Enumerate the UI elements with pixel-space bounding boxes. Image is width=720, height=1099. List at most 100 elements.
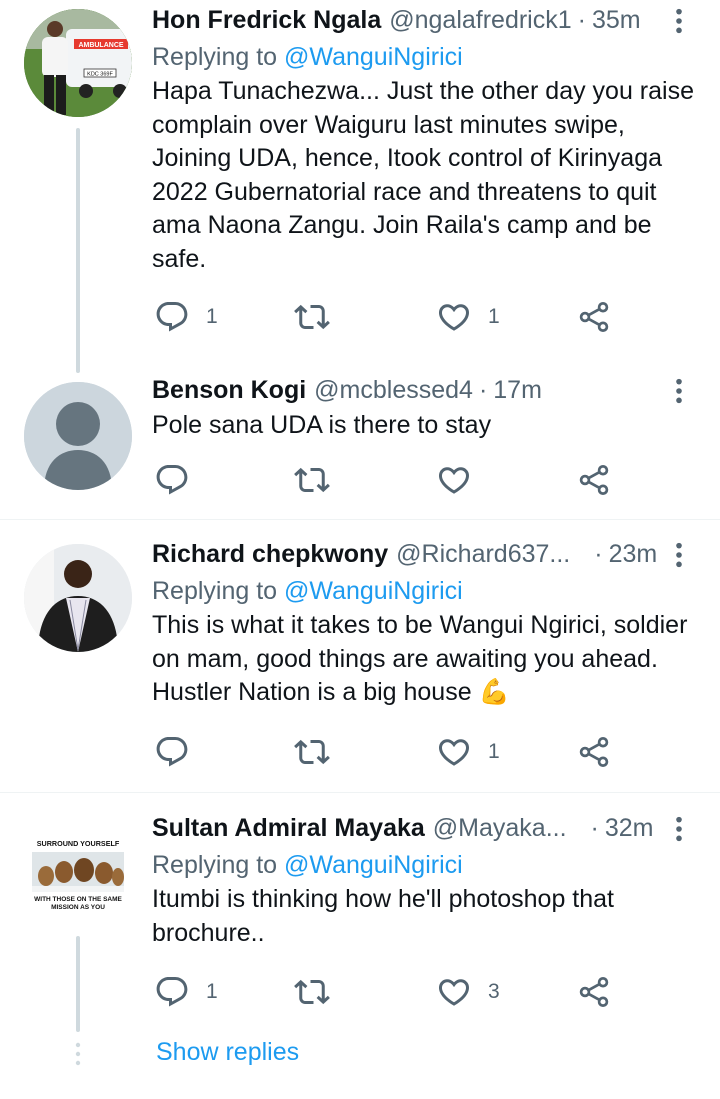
share-icon	[576, 974, 612, 1010]
action-bar	[152, 458, 632, 502]
separator-dot: ·	[590, 813, 599, 842]
thread-line	[76, 128, 80, 373]
reply-button[interactable]: 1	[154, 970, 218, 1014]
like-count: 3	[488, 980, 500, 1003]
tweet-text: Itumbi is thinking how he'll photoshop t…	[152, 885, 614, 947]
heart-icon	[436, 299, 472, 335]
tweet-text: Hapa Tunachezwa... Just the other day yo…	[152, 77, 694, 273]
reply-icon	[154, 734, 190, 770]
share-button[interactable]	[576, 458, 612, 502]
reply-count: 1	[206, 305, 218, 328]
retweet-icon	[294, 299, 330, 335]
like-button[interactable]: 1	[436, 730, 500, 774]
ambulance-label: AMBULANCE	[78, 42, 123, 49]
display-name[interactable]: Richard chepkwony	[152, 540, 388, 569]
avatar[interactable]: AMBULANCE KDC 369F	[24, 9, 132, 117]
share-button[interactable]	[576, 295, 612, 339]
separator-dot: ·	[594, 539, 603, 568]
reply-button[interactable]	[154, 458, 206, 502]
plate-label: KDC 369F	[87, 72, 113, 78]
share-icon	[576, 299, 612, 335]
retweet-button[interactable]	[294, 458, 346, 502]
tweet-text: This is what it takes to be Wangui Ngiri…	[152, 611, 688, 706]
show-replies-link[interactable]: Show replies	[156, 1038, 299, 1067]
like-count: 1	[488, 740, 500, 763]
default-avatar-icon	[24, 382, 132, 490]
like-button[interactable]: 3	[436, 970, 500, 1014]
separator-dot: ·	[478, 375, 488, 404]
display-name[interactable]: Hon Fredrick Ngala	[152, 6, 381, 35]
username[interactable]: @ngalafredrick1	[389, 6, 571, 35]
avatar[interactable]: SURROUND YOURSELF WITH THOSE ON THE SAME…	[24, 818, 132, 926]
timestamp[interactable]: 32m	[605, 814, 654, 843]
more-options-icon[interactable]	[662, 538, 696, 572]
retweet-icon	[294, 734, 330, 770]
username[interactable]: @Richard637...	[396, 540, 570, 569]
avatar-photo: SURROUND YOURSELF WITH THOSE ON THE SAME…	[24, 818, 132, 926]
tweet-header: Richard chepkwony @Richard637... · 23m	[152, 536, 696, 572]
heart-icon	[436, 462, 472, 498]
username[interactable]: @Mayaka...	[433, 814, 567, 843]
more-options-icon[interactable]	[662, 4, 696, 38]
action-bar: 1 1	[152, 295, 632, 339]
timestamp[interactable]: 17m	[493, 376, 542, 405]
action-bar: 1	[152, 730, 632, 774]
share-button[interactable]	[576, 730, 612, 774]
replying-to-label: Replying to	[152, 577, 278, 605]
reply-icon	[154, 462, 190, 498]
tweet-1[interactable]: AMBULANCE KDC 369F Hon Fredrick Ngala @n…	[0, 0, 720, 373]
share-icon	[576, 734, 612, 770]
replying-to-label: Replying to	[152, 851, 278, 879]
retweet-icon	[294, 462, 330, 498]
like-button[interactable]: 1	[436, 295, 500, 339]
action-bar: 1 3	[152, 970, 632, 1014]
username[interactable]: @mcblessed4	[314, 376, 473, 405]
thread-continuation-dots-icon	[75, 1042, 81, 1066]
reply-button[interactable]	[154, 730, 206, 774]
tweet-header: Benson Kogi @mcblessed4 · 17m	[152, 372, 696, 408]
avatar[interactable]	[24, 544, 132, 652]
reply-count: 1	[206, 980, 218, 1003]
avatar-photo: AMBULANCE KDC 369F	[24, 9, 132, 117]
like-button[interactable]	[436, 458, 488, 502]
mention-link[interactable]: @WanguiNgirici	[284, 577, 463, 605]
like-count: 1	[488, 305, 500, 328]
avatar-photo	[24, 544, 132, 652]
tweet-2[interactable]: Benson Kogi @mcblessed4 · 17m Pole sana …	[0, 370, 720, 520]
reply-button[interactable]: 1	[154, 295, 218, 339]
retweet-icon	[294, 974, 330, 1010]
reply-icon	[154, 299, 190, 335]
timestamp[interactable]: 35m	[592, 6, 641, 35]
share-icon	[576, 462, 612, 498]
tweet-4[interactable]: SURROUND YOURSELF WITH THOSE ON THE SAME…	[0, 808, 720, 1038]
more-options-icon[interactable]	[662, 812, 696, 846]
heart-icon	[436, 734, 472, 770]
divider	[0, 792, 720, 793]
mention-link[interactable]: @WanguiNgirici	[284, 43, 463, 71]
avatar-caption-bottom: WITH THOSE ON THE SAME MISSION AS YOU	[34, 896, 122, 911]
retweet-button[interactable]	[294, 730, 346, 774]
tweet-text: Pole sana UDA is there to stay	[152, 411, 492, 439]
avatar[interactable]	[24, 382, 132, 490]
replying-to-label: Replying to	[152, 43, 278, 71]
display-name[interactable]: Sultan Admiral Mayaka	[152, 814, 425, 843]
tweet-header: Sultan Admiral Mayaka @Mayaka... · 32m	[152, 810, 696, 846]
retweet-button[interactable]	[294, 970, 346, 1014]
share-button[interactable]	[576, 970, 612, 1014]
display-name[interactable]: Benson Kogi	[152, 376, 306, 405]
retweet-button[interactable]	[294, 295, 346, 339]
tweet-3[interactable]: Richard chepkwony @Richard637... · 23m R…	[0, 534, 720, 792]
tweet-header: Hon Fredrick Ngala @ngalafredrick1 · 35m	[152, 2, 696, 38]
reply-icon	[154, 974, 190, 1010]
avatar-caption-top: SURROUND YOURSELF	[37, 839, 120, 848]
replying-to: Replying to @WanguiNgirici	[152, 574, 696, 608]
replying-to: Replying to @WanguiNgirici	[152, 848, 696, 882]
more-options-icon[interactable]	[662, 374, 696, 408]
thread-line	[76, 936, 80, 1032]
heart-icon	[436, 974, 472, 1010]
replying-to: Replying to @WanguiNgirici	[152, 40, 696, 74]
separator-dot: ·	[577, 5, 586, 34]
timestamp[interactable]: 23m	[609, 540, 658, 569]
divider	[0, 519, 720, 520]
mention-link[interactable]: @WanguiNgirici	[284, 851, 463, 879]
